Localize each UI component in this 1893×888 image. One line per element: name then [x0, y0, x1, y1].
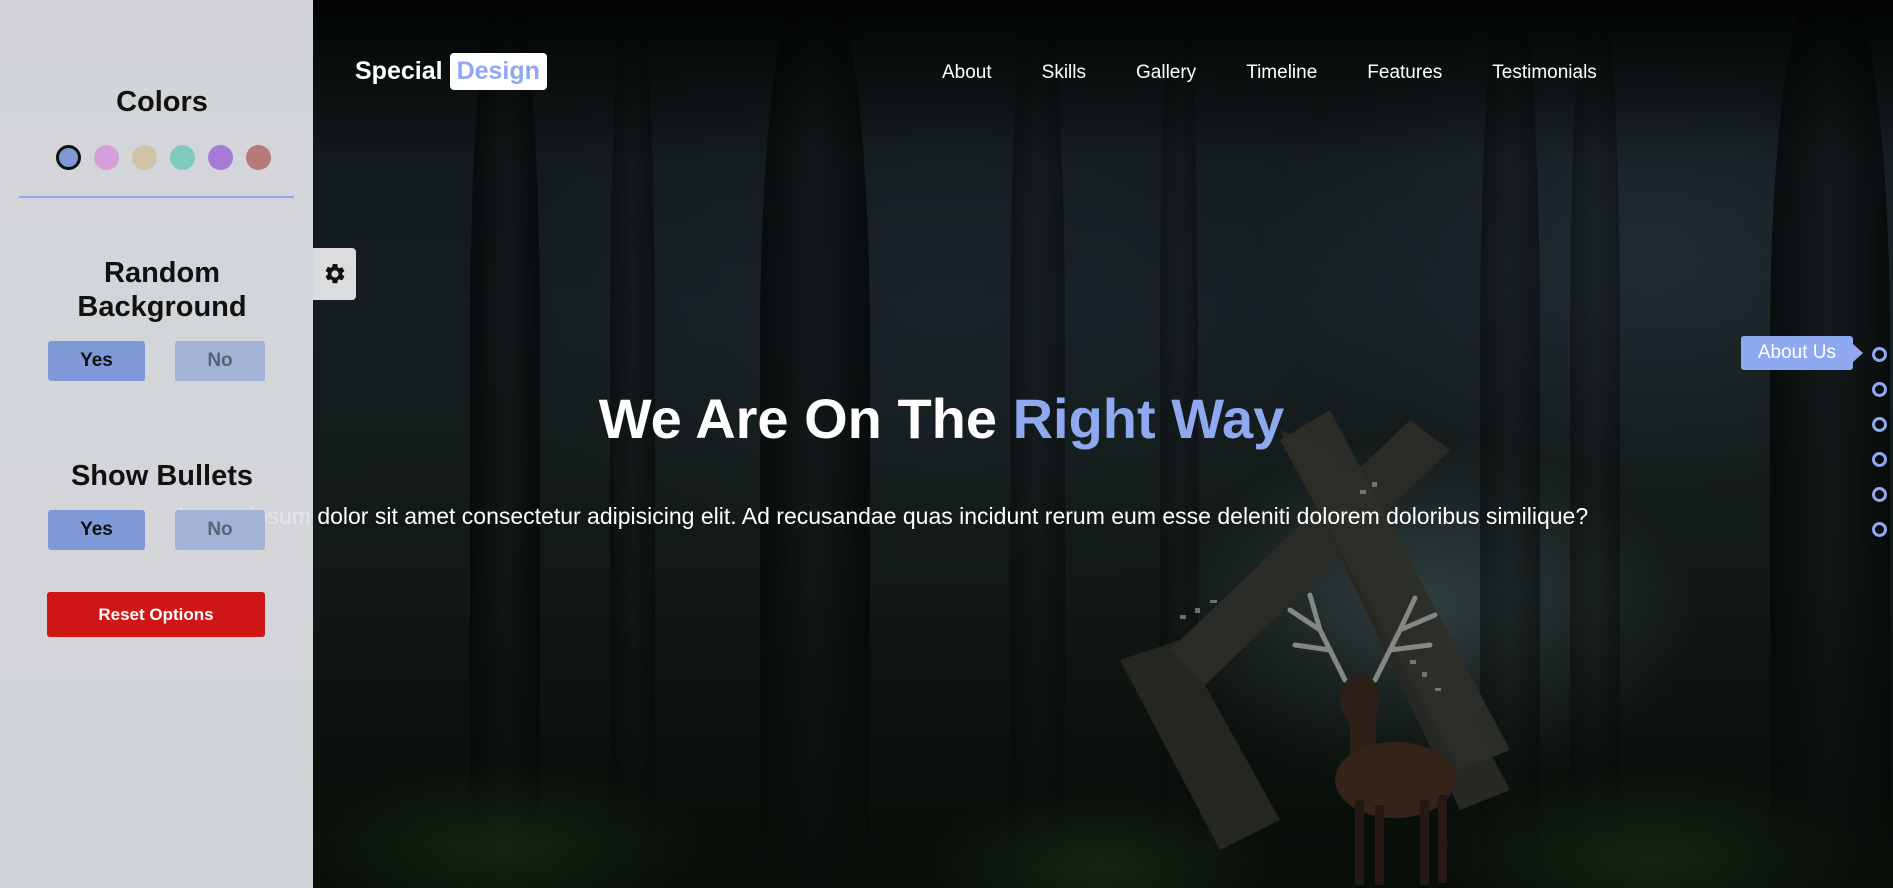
gear-icon — [325, 263, 344, 284]
bullet-row — [1872, 379, 1887, 399]
color-swatches — [56, 145, 271, 170]
bullet-tooltip: About Us — [1740, 336, 1864, 370]
nav-link-gallery[interactable]: Gallery — [1136, 62, 1196, 84]
random-background-title: Random Background — [77, 257, 247, 323]
main-nav: About Skills Gallery Timeline Features T… — [942, 62, 1647, 84]
bullet-row — [1872, 449, 1887, 469]
section-bullets: About Us — [1740, 336, 1887, 539]
hero-description: Lorem ipsum dolor sit amet consectetur a… — [178, 503, 1589, 529]
nav-link-skills[interactable]: Skills — [1042, 62, 1086, 84]
settings-divider — [19, 196, 294, 198]
nav-link-testimonials[interactable]: Testimonials — [1492, 62, 1597, 84]
color-swatch-rose[interactable] — [246, 145, 271, 170]
settings-toggle-button[interactable] — [313, 248, 356, 300]
nav-link-features[interactable]: Features — [1367, 62, 1442, 84]
random-background-yes-button[interactable]: Yes — [48, 341, 145, 381]
hero-title-accent: Right Way — [1012, 387, 1285, 450]
color-swatch-beige[interactable] — [132, 145, 157, 170]
nav-link-timeline[interactable]: Timeline — [1246, 62, 1317, 84]
color-swatch-teal[interactable] — [170, 145, 195, 170]
color-swatch-purple[interactable] — [208, 145, 233, 170]
logo-highlight-text: Design — [449, 53, 547, 90]
logo-main-text: Special — [355, 57, 443, 85]
bullet-row — [1872, 484, 1887, 504]
bullet-row-about: About Us — [1740, 336, 1887, 370]
color-swatch-blue[interactable] — [56, 145, 81, 170]
settings-panel: Colors Random Background Yes No Show Bul… — [0, 0, 313, 888]
bullet-row — [1872, 414, 1887, 434]
bullet-testimonials[interactable] — [1872, 521, 1887, 537]
random-background-no-button[interactable]: No — [175, 341, 265, 381]
reset-options-button[interactable]: Reset Options — [47, 592, 265, 637]
colors-title: Colors — [116, 86, 208, 118]
bullet-skills[interactable] — [1872, 381, 1887, 397]
bullet-about[interactable] — [1872, 346, 1887, 362]
site-logo[interactable]: Special Design — [355, 53, 547, 90]
hero-title-main: We Are On The — [598, 387, 1013, 450]
bullet-gallery[interactable] — [1872, 416, 1887, 432]
bullet-features[interactable] — [1872, 486, 1887, 502]
show-bullets-title: Show Bullets — [70, 460, 254, 492]
show-bullets-no-button[interactable]: No — [175, 510, 265, 550]
color-swatch-pink[interactable] — [94, 145, 119, 170]
nav-link-about[interactable]: About — [942, 62, 992, 84]
bullet-timeline[interactable] — [1872, 451, 1887, 467]
show-bullets-yes-button[interactable]: Yes — [48, 510, 145, 550]
bullet-row — [1872, 519, 1887, 539]
